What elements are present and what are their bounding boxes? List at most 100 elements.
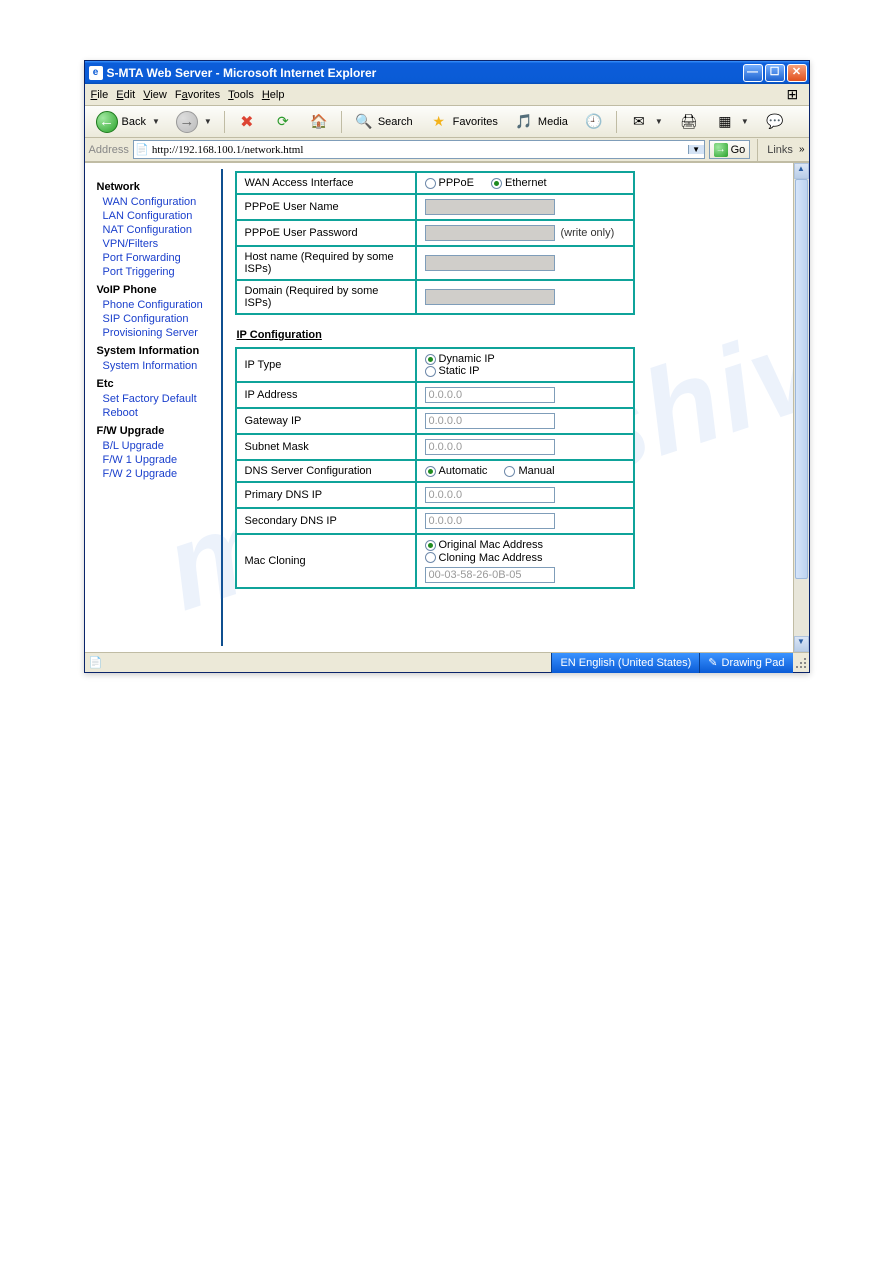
pdns-input[interactable] bbox=[425, 487, 555, 503]
sidebar-link[interactable]: F/W 1 Upgrade bbox=[103, 454, 221, 466]
home-icon: 🏠 bbox=[309, 112, 329, 132]
pppoe-pass-label: PPPoE User Password bbox=[236, 220, 416, 246]
radio-clone-mac[interactable] bbox=[425, 552, 436, 563]
sidebar-link[interactable]: Reboot bbox=[103, 407, 221, 419]
links-label[interactable]: Links bbox=[765, 144, 795, 156]
pppoe-user-label: PPPoE User Name bbox=[236, 194, 416, 220]
menu-tools[interactable]: Tools bbox=[228, 89, 254, 101]
sidebar-group-title: F/W Upgrade bbox=[97, 425, 221, 437]
radio-dns-manual[interactable] bbox=[504, 466, 515, 477]
stop-button[interactable]: ✖ bbox=[230, 109, 264, 135]
menu-favorites[interactable]: Favorites bbox=[175, 89, 220, 101]
scroll-down-button[interactable]: ▼ bbox=[794, 636, 809, 652]
page-icon: 📄 bbox=[134, 142, 150, 158]
drawing-pad[interactable]: ✎ Drawing Pad bbox=[699, 653, 792, 673]
maximize-button[interactable]: ☐ bbox=[765, 64, 785, 82]
forward-button[interactable]: → ▼ bbox=[169, 109, 219, 135]
address-bar: Address 📄 ▼ → Go Links » bbox=[85, 138, 809, 162]
dnscfg-label: DNS Server Configuration bbox=[236, 460, 416, 482]
sdns-label: Secondary DNS IP bbox=[236, 508, 416, 534]
sidebar-link[interactable]: WAN Configuration bbox=[103, 196, 221, 208]
back-arrow-icon: ← bbox=[96, 111, 118, 133]
print-button[interactable]: 🖨 bbox=[672, 109, 706, 135]
window-title: S-MTA Web Server - Microsoft Internet Ex… bbox=[107, 66, 743, 80]
sdns-input[interactable] bbox=[425, 513, 555, 529]
favorites-button[interactable]: ★Favorites bbox=[422, 109, 505, 135]
ipaddr-label: IP Address bbox=[236, 382, 416, 408]
address-label: Address bbox=[89, 144, 129, 156]
edit-button[interactable]: ▦▼ bbox=[708, 109, 756, 135]
scroll-up-button[interactable]: ▲ bbox=[794, 163, 809, 179]
domain-input[interactable] bbox=[425, 289, 555, 305]
menu-help[interactable]: Help bbox=[262, 89, 285, 101]
gateway-label: Gateway IP bbox=[236, 408, 416, 434]
address-input-wrap[interactable]: 📄 ▼ bbox=[133, 140, 705, 159]
sidebar-link[interactable]: NAT Configuration bbox=[103, 224, 221, 236]
radio-dynamic-ip[interactable] bbox=[425, 354, 436, 365]
sidebar-link[interactable]: SIP Configuration bbox=[103, 313, 221, 325]
go-arrow-icon: → bbox=[714, 143, 728, 157]
mac-input[interactable] bbox=[425, 567, 555, 583]
discuss-icon: 💬 bbox=[765, 112, 785, 132]
sidebar-group-title: Etc bbox=[97, 378, 221, 390]
menubar: File Edit View Favorites Tools Help ⊞ bbox=[85, 84, 809, 106]
scroll-thumb[interactable] bbox=[795, 179, 808, 579]
pppoe-user-input[interactable] bbox=[425, 199, 555, 215]
menu-file[interactable]: File bbox=[91, 89, 109, 101]
sidebar-group-title: VoIP Phone bbox=[97, 284, 221, 296]
ipaddr-input[interactable] bbox=[425, 387, 555, 403]
windows-flag-icon: ⊞ bbox=[787, 86, 805, 104]
back-button[interactable]: ← Back ▼ bbox=[89, 109, 167, 135]
sidebar-link[interactable]: Phone Configuration bbox=[103, 299, 221, 311]
history-button[interactable]: 🕘 bbox=[577, 109, 611, 135]
resize-grip[interactable] bbox=[793, 655, 809, 671]
radio-dns-auto[interactable] bbox=[425, 466, 436, 477]
sidebar-link[interactable]: LAN Configuration bbox=[103, 210, 221, 222]
discuss-button[interactable]: 💬 bbox=[758, 109, 792, 135]
menu-edit[interactable]: Edit bbox=[116, 89, 135, 101]
refresh-button[interactable]: ⟳ bbox=[266, 109, 300, 135]
wan-config-table: WAN Access Interface PPPoE Ethernet PPPo… bbox=[235, 171, 635, 315]
iptype-label: IP Type bbox=[236, 348, 416, 382]
home-button[interactable]: 🏠 bbox=[302, 109, 336, 135]
sidebar-link[interactable]: System Information bbox=[103, 360, 221, 372]
subnet-input[interactable] bbox=[425, 439, 555, 455]
minimize-button[interactable]: — bbox=[743, 64, 763, 82]
page-status-icon: 📄 bbox=[89, 656, 103, 670]
search-button[interactable]: 🔍Search bbox=[347, 109, 420, 135]
chevron-right-icon[interactable]: » bbox=[799, 144, 805, 155]
sidebar-link[interactable]: B/L Upgrade bbox=[103, 440, 221, 452]
sidebar-link[interactable]: Port Forwarding bbox=[103, 252, 221, 264]
vertical-scrollbar[interactable]: ▲ ▼ bbox=[793, 163, 809, 652]
subnet-label: Subnet Mask bbox=[236, 434, 416, 460]
history-icon: 🕘 bbox=[584, 112, 604, 132]
sidebar-link[interactable]: Set Factory Default bbox=[103, 393, 221, 405]
chevron-down-icon: ▼ bbox=[204, 117, 212, 126]
address-dropdown[interactable]: ▼ bbox=[688, 145, 704, 154]
pppoe-pass-input[interactable] bbox=[425, 225, 555, 241]
sidebar-link[interactable]: Port Triggering bbox=[103, 266, 221, 278]
sidebar-group-title: Network bbox=[97, 181, 221, 193]
mail-button[interactable]: ✉▼ bbox=[622, 109, 670, 135]
address-input[interactable] bbox=[150, 144, 688, 156]
statusbar: 📄 EN English (United States) ✎ Drawing P… bbox=[85, 652, 809, 672]
radio-ethernet[interactable] bbox=[491, 178, 502, 189]
radio-orig-mac[interactable] bbox=[425, 540, 436, 551]
menu-view[interactable]: View bbox=[143, 89, 167, 101]
sidebar-group-title: System Information bbox=[97, 345, 221, 357]
go-button[interactable]: → Go bbox=[709, 140, 751, 159]
maccloning-label: Mac Cloning bbox=[236, 534, 416, 587]
hostname-input[interactable] bbox=[425, 255, 555, 271]
sidebar-link[interactable]: VPN/Filters bbox=[103, 238, 221, 250]
language-indicator[interactable]: EN English (United States) bbox=[551, 653, 699, 673]
domain-label: Domain (Required by some ISPs) bbox=[236, 280, 416, 314]
close-button[interactable]: ✕ bbox=[787, 64, 807, 82]
radio-static-ip[interactable] bbox=[425, 366, 436, 377]
media-button[interactable]: 🎵Media bbox=[507, 109, 575, 135]
gateway-input[interactable] bbox=[425, 413, 555, 429]
edit-icon: ▦ bbox=[715, 112, 735, 132]
radio-pppoe[interactable] bbox=[425, 178, 436, 189]
sidebar-link[interactable]: F/W 2 Upgrade bbox=[103, 468, 221, 480]
sidebar-link[interactable]: Provisioning Server bbox=[103, 327, 221, 339]
ie-icon: e bbox=[89, 66, 103, 80]
